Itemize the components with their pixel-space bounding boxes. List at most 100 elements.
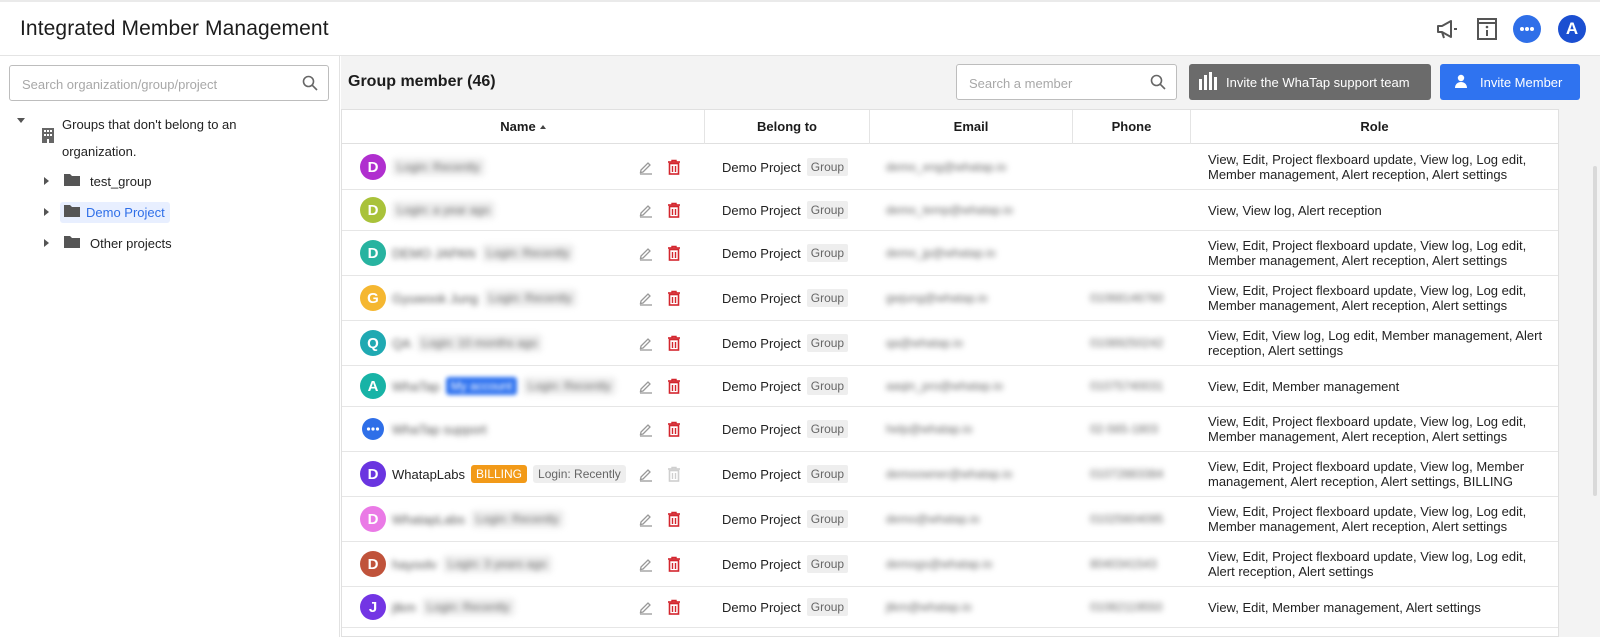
scrollbar[interactable] [1593,166,1597,496]
group-member-title: Group member (46) [348,73,496,90]
caret-right-icon[interactable] [44,208,49,216]
table-row[interactable]: WhaTap support Demo Project Group help@what… [342,407,1558,452]
member-search-box[interactable] [956,64,1177,100]
belong-cell: Demo Project Group [722,321,849,365]
edit-icon[interactable] [638,599,654,618]
table-row[interactable]: D Login: a year ago Demo Project Group demo_… [342,190,1558,231]
trash-icon[interactable] [667,378,681,397]
member-name: WhatapLabs [392,511,465,527]
email-cell: demoowner@whatap.io [886,452,1012,496]
belong-cell: Demo Project Group [722,276,849,320]
project-name: Demo Project [722,159,801,175]
edit-icon[interactable] [638,202,654,221]
search-icon[interactable] [1150,74,1166,93]
table-header: Name Belong to Email Phone Role [342,110,1558,144]
member-role: View, View log, Alert reception [1208,202,1382,218]
login-status-badge: Login: Recently [421,598,515,616]
trash-icon[interactable] [667,202,681,221]
person-icon [1454,74,1468,91]
project-name: Demo Project [722,599,801,615]
edit-icon[interactable] [638,556,654,575]
megaphone-icon[interactable] [1434,16,1460,42]
column-header-email[interactable]: Email [870,110,1073,144]
edit-icon[interactable] [638,378,654,397]
group-badge: Group [806,334,849,352]
table-row[interactable]: D WhatapLabs BILLING Login: Recently Demo Pr… [342,452,1558,497]
caret-right-icon[interactable] [44,239,49,247]
member-email: demo_eng@whatap.io [886,160,1007,174]
member-email: demo_jp@whatap.io [886,246,996,260]
table-row[interactable]: Dhayoolv Login: 3 years ago Demo Project Gr… [342,542,1558,587]
tree-item-other-projects[interactable]: Other projects [44,230,176,256]
edit-icon[interactable] [638,290,654,309]
user-avatar[interactable]: A [1558,15,1586,43]
project-name: Demo Project [722,466,801,482]
chat-icon[interactable] [1513,15,1541,43]
org-search-box[interactable] [9,65,329,101]
login-status-badge: Login: Recently [481,244,575,262]
edit-icon[interactable] [638,245,654,264]
name-cell: D WhatapLabs Login: Recently [342,497,632,541]
role-cell: View, Edit, Project flexboard update, Vi… [1208,231,1548,275]
table-row[interactable]: A WhaTap My account Login: Recently Demo Pro… [342,366,1558,407]
email-cell: aaqin_pro@whatap.io [886,366,1003,406]
tree-item-demo-project[interactable]: Demo Project [44,199,170,225]
info-icon[interactable] [1474,16,1500,42]
trash-icon[interactable] [667,421,681,440]
member-name: WhatapLabs [392,466,465,482]
edit-icon[interactable] [638,466,654,485]
member-role: View, Edit, View log, Log edit, Member m… [1208,328,1543,358]
trash-icon[interactable] [667,335,681,354]
table-row[interactable]: G Gyuwook Jung Login: Recently Demo Project… [342,276,1558,321]
edit-icon[interactable] [638,421,654,440]
column-header-belong[interactable]: Belong to [705,110,870,144]
trash-icon[interactable] [667,466,681,485]
caret-right-icon[interactable] [44,177,49,185]
column-header-phone[interactable]: Phone [1073,110,1191,144]
group-badge: Group [806,598,849,616]
edit-icon[interactable] [638,335,654,354]
edit-icon[interactable] [638,511,654,530]
table-row[interactable]: D Login: Recently Demo Project Group demo_en… [342,145,1558,190]
whatap-logo-icon [1198,71,1218,93]
avatar: D [360,197,386,223]
column-header-name[interactable]: Name [342,110,705,144]
group-badge: Group [806,555,849,573]
search-icon[interactable] [302,75,318,94]
trash-icon[interactable] [667,556,681,575]
member-phone: 01075740031 [1090,379,1164,393]
trash-icon[interactable] [667,159,681,178]
login-status-badge: Login: a year ago [392,201,495,219]
sidebar: Groups that don't belong to an organizat… [0,56,340,637]
trash-icon[interactable] [667,511,681,530]
role-cell: View, Edit, Project flexboard update, Vi… [1208,145,1548,189]
group-badge: Group [806,510,849,528]
org-search-input[interactable] [22,74,282,94]
role-cell: View, Edit, Member management [1208,366,1548,406]
name-cell: D Login: a year ago [342,190,632,230]
table-row[interactable]: D WhatapLabs Login: Recently Demo Project Gr… [342,497,1558,542]
phone-cell: 01072883384 [1090,452,1163,496]
email-cell: demo_temp@whatap.io [886,190,1013,230]
avatar: J [360,594,386,620]
invite-member-button[interactable]: Invite Member [1440,64,1580,100]
invite-support-button[interactable]: Invite the WhaTap support team [1189,64,1431,100]
sort-asc-icon[interactable] [539,125,546,129]
building-icon [41,127,55,146]
column-header-role[interactable]: Role [1191,110,1558,144]
trash-icon[interactable] [667,599,681,618]
belong-cell: Demo Project Group [722,452,849,496]
login-status-badge: Login: Recently [471,510,564,528]
member-search-input[interactable] [969,73,1139,93]
edit-icon[interactable] [638,159,654,178]
caret-down-icon[interactable] [17,118,25,123]
name-cell: Dhayoolv Login: 3 years ago [342,542,632,586]
invite-member-label: Invite Member [1480,74,1563,90]
table-row[interactable]: D DEMO JAPAN Login: Recently Demo Project Gr… [342,231,1558,276]
trash-icon[interactable] [667,290,681,309]
table-row[interactable]: Q QA Login: 10 months ago Demo Project Group… [342,321,1558,366]
trash-icon[interactable] [667,245,681,264]
tree-item-test-group[interactable]: test_group [44,168,155,194]
belong-cell: Demo Project Group [722,190,849,230]
table-row[interactable]: Jjtkm Login: Recently Demo Project Group jtk… [342,587,1558,628]
